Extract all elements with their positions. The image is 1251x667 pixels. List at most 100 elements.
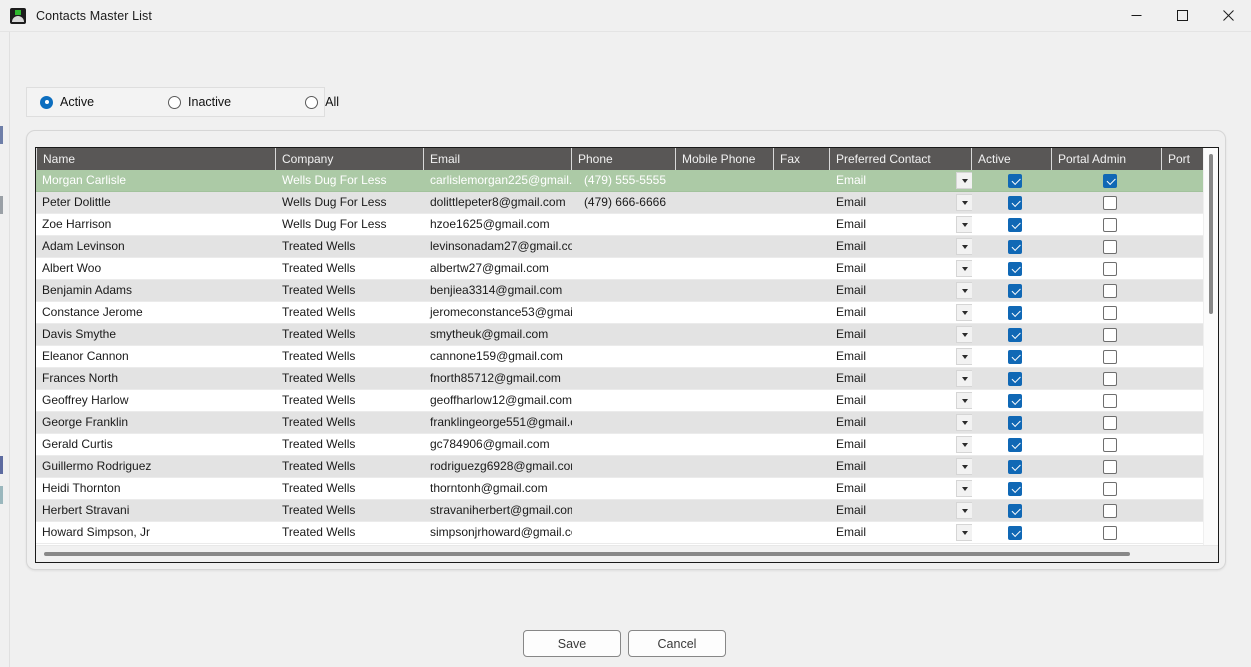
cell-phone[interactable] <box>572 478 676 499</box>
cell-fax[interactable] <box>774 500 830 521</box>
portal-admin-cell[interactable] <box>1052 412 1162 433</box>
chevron-down-icon[interactable] <box>956 216 972 233</box>
cell-email[interactable]: geoffharlow12@gmail.com <box>424 390 572 411</box>
active-checkbox[interactable] <box>1008 195 1022 210</box>
preferred-contact-dropdown[interactable] <box>950 522 972 543</box>
cell-preferred-contact[interactable]: Email <box>830 368 950 389</box>
preferred-contact-dropdown[interactable] <box>950 500 972 521</box>
cell-name[interactable]: Howard Simpson, Jr <box>36 522 276 543</box>
active-cell[interactable] <box>972 346 1052 367</box>
active-cell[interactable] <box>972 522 1052 543</box>
active-checkbox[interactable] <box>1008 459 1022 474</box>
cell-portal-truncated[interactable] <box>1162 434 1205 455</box>
active-cell[interactable] <box>972 368 1052 389</box>
cell-fax[interactable] <box>774 192 830 213</box>
cell-preferred-contact[interactable]: Email <box>830 390 950 411</box>
cell-portal-truncated[interactable] <box>1162 258 1205 279</box>
active-checkbox[interactable] <box>1008 481 1022 496</box>
preferred-contact-dropdown[interactable] <box>950 456 972 477</box>
portal-admin-cell[interactable] <box>1052 346 1162 367</box>
cell-preferred-contact[interactable]: Email <box>830 522 950 543</box>
cell-preferred-contact[interactable]: Email <box>830 478 950 499</box>
maximize-icon[interactable] <box>1159 0 1205 32</box>
cell-email[interactable]: thorntonh@gmail.com <box>424 478 572 499</box>
cell-fax[interactable] <box>774 302 830 323</box>
active-checkbox[interactable] <box>1008 349 1022 364</box>
active-checkbox[interactable] <box>1008 217 1022 232</box>
portal-admin-cell[interactable] <box>1052 368 1162 389</box>
cell-portal-truncated[interactable] <box>1162 280 1205 301</box>
portal-admin-cell[interactable] <box>1052 500 1162 521</box>
active-checkbox[interactable] <box>1008 327 1022 342</box>
cell-phone[interactable] <box>572 434 676 455</box>
cell-phone[interactable] <box>572 456 676 477</box>
chevron-down-icon[interactable] <box>956 348 972 365</box>
cell-preferred-contact[interactable]: Email <box>830 346 950 367</box>
radio-active[interactable]: Active <box>40 88 94 116</box>
chevron-down-icon[interactable] <box>956 304 972 321</box>
cell-name[interactable]: Frances North <box>36 368 276 389</box>
cell-name[interactable]: Eleanor Cannon <box>36 346 276 367</box>
cell-mobile-phone[interactable] <box>676 192 774 213</box>
active-cell[interactable] <box>972 214 1052 235</box>
cell-email[interactable]: franklingeorge551@gmail.com <box>424 412 572 433</box>
table-row[interactable]: Davis Smythe Treated Wells smytheuk@gmail.… <box>36 324 1205 346</box>
minimize-icon[interactable] <box>1113 0 1159 32</box>
cell-portal-truncated[interactable] <box>1162 500 1205 521</box>
cell-phone[interactable]: (479) 555-5555 <box>572 170 676 191</box>
cell-name[interactable]: Benjamin Adams <box>36 280 276 301</box>
cell-fax[interactable] <box>774 434 830 455</box>
close-icon[interactable] <box>1205 0 1251 32</box>
column-header-fax[interactable]: Fax <box>774 148 830 170</box>
preferred-contact-dropdown[interactable] <box>950 170 972 191</box>
cell-email[interactable]: jeromeconstance53@gmail.... <box>424 302 572 323</box>
active-checkbox[interactable] <box>1008 173 1022 188</box>
chevron-down-icon[interactable] <box>956 502 972 519</box>
portal-admin-checkbox[interactable] <box>1103 415 1117 430</box>
cell-fax[interactable] <box>774 346 830 367</box>
chevron-down-icon[interactable] <box>956 392 972 409</box>
chevron-down-icon[interactable] <box>956 524 972 541</box>
portal-admin-checkbox[interactable] <box>1103 503 1117 518</box>
chevron-down-icon[interactable] <box>956 238 972 255</box>
cell-phone[interactable] <box>572 522 676 543</box>
table-row[interactable]: Frances North Treated Wells fnorth85712@gm… <box>36 368 1205 390</box>
cell-email[interactable]: smytheuk@gmail.com <box>424 324 572 345</box>
table-row[interactable]: Geoffrey Harlow Treated Wells geoffharlow1… <box>36 390 1205 412</box>
portal-admin-checkbox[interactable] <box>1103 195 1117 210</box>
portal-admin-checkbox[interactable] <box>1103 525 1117 540</box>
cell-preferred-contact[interactable]: Email <box>830 280 950 301</box>
cell-preferred-contact[interactable]: Email <box>830 500 950 521</box>
cell-name[interactable]: Heidi Thornton <box>36 478 276 499</box>
cell-company[interactable]: Treated Wells <box>276 478 424 499</box>
cell-phone[interactable] <box>572 302 676 323</box>
column-header-mobile[interactable]: Mobile Phone <box>676 148 774 170</box>
cell-preferred-contact[interactable]: Email <box>830 302 950 323</box>
active-cell[interactable] <box>972 236 1052 257</box>
cell-mobile-phone[interactable] <box>676 324 774 345</box>
active-checkbox[interactable] <box>1008 261 1022 276</box>
portal-admin-checkbox[interactable] <box>1103 283 1117 298</box>
chevron-down-icon[interactable] <box>956 326 972 343</box>
active-checkbox[interactable] <box>1008 305 1022 320</box>
cell-fax[interactable] <box>774 324 830 345</box>
active-checkbox[interactable] <box>1008 503 1022 518</box>
cell-fax[interactable] <box>774 236 830 257</box>
cell-name[interactable]: Guillermo Rodriguez <box>36 456 276 477</box>
cell-mobile-phone[interactable] <box>676 412 774 433</box>
save-button[interactable]: Save <box>523 630 621 657</box>
cell-mobile-phone[interactable] <box>676 434 774 455</box>
cell-company[interactable]: Treated Wells <box>276 236 424 257</box>
table-row[interactable]: Constance Jerome Treated Wells jeromeconst… <box>36 302 1205 324</box>
cell-company[interactable]: Treated Wells <box>276 412 424 433</box>
cell-email[interactable]: gc784906@gmail.com <box>424 434 572 455</box>
portal-admin-cell[interactable] <box>1052 258 1162 279</box>
active-checkbox[interactable] <box>1008 393 1022 408</box>
cell-fax[interactable] <box>774 522 830 543</box>
portal-admin-checkbox[interactable] <box>1103 481 1117 496</box>
cell-email[interactable]: benjiea3314@gmail.com <box>424 280 572 301</box>
cell-preferred-contact[interactable]: Email <box>830 434 950 455</box>
cell-mobile-phone[interactable] <box>676 280 774 301</box>
portal-admin-cell[interactable] <box>1052 478 1162 499</box>
active-cell[interactable] <box>972 324 1052 345</box>
